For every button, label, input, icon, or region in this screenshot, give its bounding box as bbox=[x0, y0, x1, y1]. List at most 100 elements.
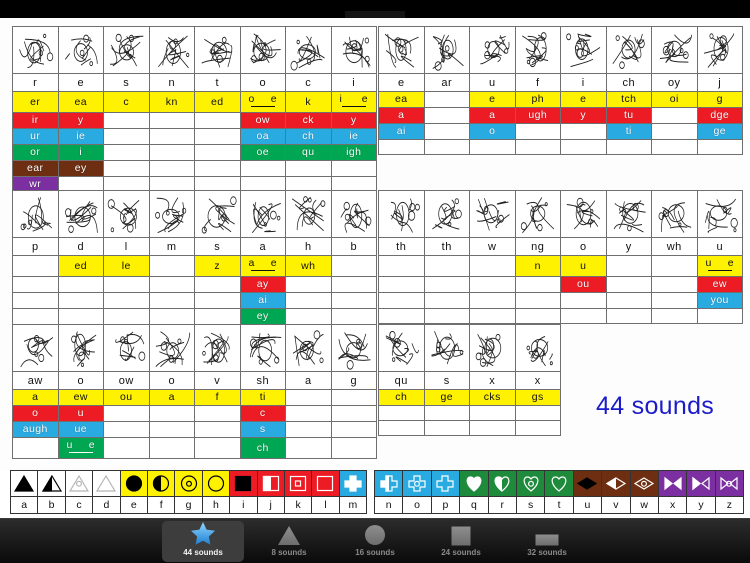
spelling-cell[interactable] bbox=[103, 405, 150, 422]
legend-strip-left[interactable]: abcdefghijklm bbox=[9, 470, 368, 514]
spelling-cell[interactable] bbox=[103, 437, 150, 459]
spelling-cell[interactable]: n bbox=[514, 255, 561, 277]
spelling-cell[interactable] bbox=[103, 144, 150, 161]
spelling-cell[interactable]: ir bbox=[12, 112, 59, 129]
spelling-cell[interactable]: e bbox=[469, 91, 516, 108]
square-outline-icon[interactable] bbox=[311, 470, 340, 497]
picture-cell[interactable] bbox=[469, 26, 516, 74]
spelling-cell[interactable]: y bbox=[57, 112, 104, 129]
spelling-cell[interactable] bbox=[330, 308, 377, 325]
spelling-cell[interactable] bbox=[12, 308, 59, 325]
picture-cell[interactable] bbox=[57, 190, 104, 238]
spelling-cell[interactable] bbox=[514, 405, 561, 421]
spelling-cell[interactable]: ew bbox=[57, 389, 104, 406]
spelling-cell[interactable]: ch bbox=[239, 437, 286, 459]
circle-half-icon[interactable] bbox=[146, 470, 176, 497]
spelling-cell[interactable]: ey bbox=[239, 308, 286, 325]
table-5[interactable]: aw o ow o v sh a g a ew ou a f ti o u c augh ue s u e ch bbox=[12, 324, 377, 459]
picture-cell[interactable] bbox=[57, 324, 104, 372]
phoneme-table-5[interactable]: aw o ow o v sh a g a ew ou a f ti o u c augh ue s u e ch bbox=[12, 324, 377, 459]
spelling-cell[interactable]: a bbox=[12, 389, 59, 406]
spelling-cell[interactable] bbox=[651, 276, 698, 293]
spelling-cell[interactable] bbox=[285, 292, 332, 309]
spelling-cell[interactable] bbox=[148, 437, 195, 459]
spelling-cell[interactable] bbox=[194, 160, 241, 177]
square-half-icon[interactable] bbox=[256, 470, 285, 497]
spelling-cell[interactable] bbox=[148, 405, 195, 422]
legend-table-left[interactable]: abcdefghijklm bbox=[9, 470, 368, 514]
spelling-cell[interactable] bbox=[12, 292, 59, 309]
spelling-cell[interactable]: ed bbox=[57, 255, 104, 277]
picture-cell[interactable] bbox=[239, 324, 286, 372]
legend-letter[interactable]: t bbox=[544, 496, 574, 514]
spelling-cell[interactable] bbox=[469, 405, 516, 421]
picture-cell[interactable] bbox=[330, 324, 377, 372]
legend-letter[interactable]: c bbox=[64, 496, 94, 514]
picture-cell[interactable] bbox=[423, 26, 470, 74]
bowtie-dot-icon[interactable] bbox=[714, 470, 745, 497]
spelling-cell[interactable] bbox=[514, 420, 561, 436]
spelling-cell[interactable]: ue bbox=[57, 421, 104, 438]
spelling-cell[interactable] bbox=[285, 276, 332, 293]
spelling-cell[interactable] bbox=[423, 405, 470, 421]
picture-cell[interactable] bbox=[560, 26, 607, 74]
spelling-cell[interactable] bbox=[378, 405, 425, 421]
spelling-cell[interactable] bbox=[514, 292, 561, 309]
spelling-cell[interactable] bbox=[148, 255, 195, 277]
bottom-tab-bar[interactable]: 44 sounds 8 sounds 16 sounds 24 sounds 32 so… bbox=[0, 518, 750, 563]
spelling-cell[interactable] bbox=[605, 139, 652, 155]
spelling-cell[interactable] bbox=[423, 123, 470, 140]
spelling-cell[interactable]: e bbox=[560, 91, 607, 108]
spelling-cell[interactable] bbox=[194, 292, 241, 309]
spelling-cell[interactable]: er bbox=[12, 91, 59, 113]
diamond-dot-icon[interactable] bbox=[629, 470, 659, 497]
spelling-cell[interactable] bbox=[194, 128, 241, 145]
picture-cell[interactable] bbox=[469, 324, 516, 372]
spelling-cell[interactable] bbox=[469, 255, 516, 277]
spelling-cell[interactable]: s bbox=[239, 421, 286, 438]
spelling-cell[interactable] bbox=[330, 255, 377, 277]
spelling-cell[interactable]: ea bbox=[57, 91, 104, 113]
spelling-cell[interactable]: ie bbox=[330, 91, 377, 113]
picture-cell[interactable] bbox=[378, 190, 425, 238]
spelling-cell[interactable] bbox=[651, 123, 698, 140]
spelling-cell[interactable] bbox=[12, 276, 59, 293]
square-filled-icon[interactable] bbox=[229, 470, 258, 497]
spelling-cell[interactable]: ch bbox=[378, 389, 425, 406]
cross-half-icon[interactable] bbox=[373, 470, 404, 497]
legend-letter[interactable]: v bbox=[601, 496, 631, 514]
spelling-cell[interactable] bbox=[469, 139, 516, 155]
spelling-cell[interactable] bbox=[423, 107, 470, 124]
spelling-cell[interactable]: i bbox=[57, 144, 104, 161]
spelling-cell[interactable] bbox=[194, 405, 241, 422]
spelling-cell[interactable] bbox=[103, 128, 150, 145]
spelling-cell[interactable]: ou bbox=[103, 389, 150, 406]
spelling-cell[interactable] bbox=[57, 276, 104, 293]
bowtie-filled-icon[interactable] bbox=[657, 470, 688, 497]
diamond-half-icon[interactable] bbox=[601, 470, 631, 497]
spelling-cell[interactable] bbox=[378, 139, 425, 155]
spelling-cell[interactable]: tch bbox=[605, 91, 652, 108]
spelling-cell[interactable]: ck bbox=[285, 112, 332, 129]
spelling-cell[interactable] bbox=[103, 308, 150, 325]
heart-filled-icon[interactable] bbox=[459, 470, 489, 497]
circle-outline-icon[interactable] bbox=[201, 470, 231, 497]
heart-outline-icon[interactable] bbox=[544, 470, 574, 497]
spelling-cell[interactable]: o bbox=[469, 123, 516, 140]
picture-cell[interactable] bbox=[285, 26, 332, 74]
legend-letter[interactable]: e bbox=[119, 496, 148, 514]
spelling-cell[interactable] bbox=[285, 160, 332, 177]
spelling-cell[interactable]: gs bbox=[514, 389, 561, 406]
spelling-cell[interactable] bbox=[469, 308, 516, 324]
spelling-cell[interactable] bbox=[423, 91, 470, 108]
picture-cell[interactable] bbox=[57, 26, 104, 74]
spelling-cell[interactable] bbox=[285, 405, 332, 422]
spelling-cell[interactable] bbox=[148, 421, 195, 438]
cross-filled-icon[interactable] bbox=[338, 470, 368, 497]
spelling-cell[interactable] bbox=[330, 276, 377, 293]
table-1[interactable]: r e s n t o c i er ea c kn ed o e k i e ir y ow ck y ur ie oa ch ie… bbox=[12, 26, 377, 193]
legend-letter[interactable]: h bbox=[201, 496, 231, 514]
spelling-cell[interactable]: c bbox=[239, 405, 286, 422]
phoneme-table-2[interactable]: e ar u f i ch oy j ea e ph e tch oi g a a ugh y tu dge ai o ti g… bbox=[378, 26, 743, 155]
spelling-cell[interactable]: ow bbox=[239, 112, 286, 129]
